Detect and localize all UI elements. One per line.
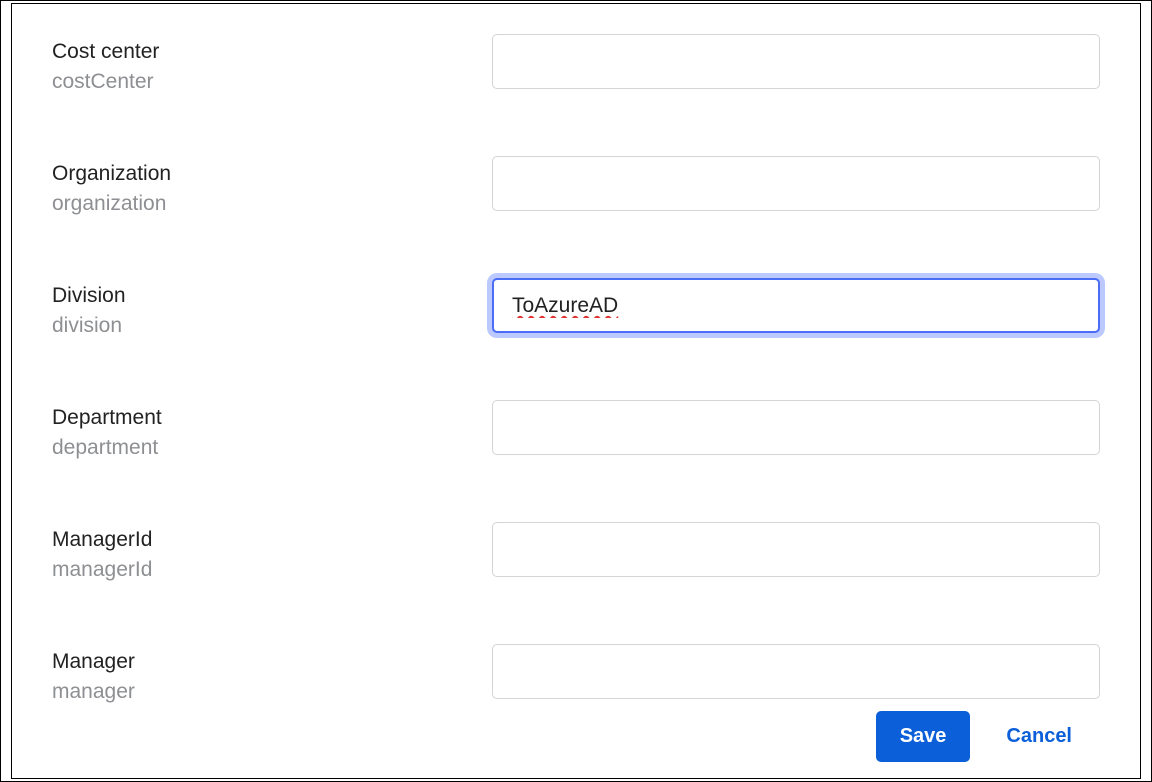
field-label: Department (52, 406, 492, 430)
input-column (492, 34, 1100, 89)
input-column (492, 156, 1100, 211)
manager-input[interactable] (492, 644, 1100, 699)
cancel-button[interactable]: Cancel (1006, 711, 1100, 762)
form-container: Cost center costCenter Organization orga… (11, 3, 1141, 779)
label-column: ManagerId managerId (52, 522, 492, 582)
form-actions: Save Cancel (876, 711, 1100, 762)
form-row-department: Department department (52, 400, 1100, 460)
field-sublabel: manager (52, 680, 492, 704)
field-label: Manager (52, 650, 492, 674)
department-input[interactable] (492, 400, 1100, 455)
division-input[interactable] (492, 278, 1100, 333)
manager-id-input[interactable] (492, 522, 1100, 577)
field-label: ManagerId (52, 528, 492, 552)
field-label: Cost center (52, 40, 492, 64)
field-label: Organization (52, 162, 492, 186)
label-column: Manager manager (52, 644, 492, 704)
field-sublabel: division (52, 314, 492, 338)
label-column: Cost center costCenter (52, 34, 492, 94)
form-row-organization: Organization organization (52, 156, 1100, 216)
label-column: Division division (52, 278, 492, 338)
form-row-manager-id: ManagerId managerId (52, 522, 1100, 582)
field-sublabel: managerId (52, 558, 492, 582)
save-button[interactable]: Save (876, 711, 971, 762)
organization-input[interactable] (492, 156, 1100, 211)
field-label: Division (52, 284, 492, 308)
cost-center-input[interactable] (492, 34, 1100, 89)
field-sublabel: organization (52, 192, 492, 216)
field-sublabel: department (52, 436, 492, 460)
input-column (492, 278, 1100, 333)
form-row-division: Division division (52, 278, 1100, 338)
field-sublabel: costCenter (52, 70, 492, 94)
label-column: Department department (52, 400, 492, 460)
form-row-manager: Manager manager (52, 644, 1100, 704)
input-column (492, 400, 1100, 455)
form-row-cost-center: Cost center costCenter (52, 34, 1100, 94)
label-column: Organization organization (52, 156, 492, 216)
input-column (492, 522, 1100, 577)
input-column (492, 644, 1100, 699)
